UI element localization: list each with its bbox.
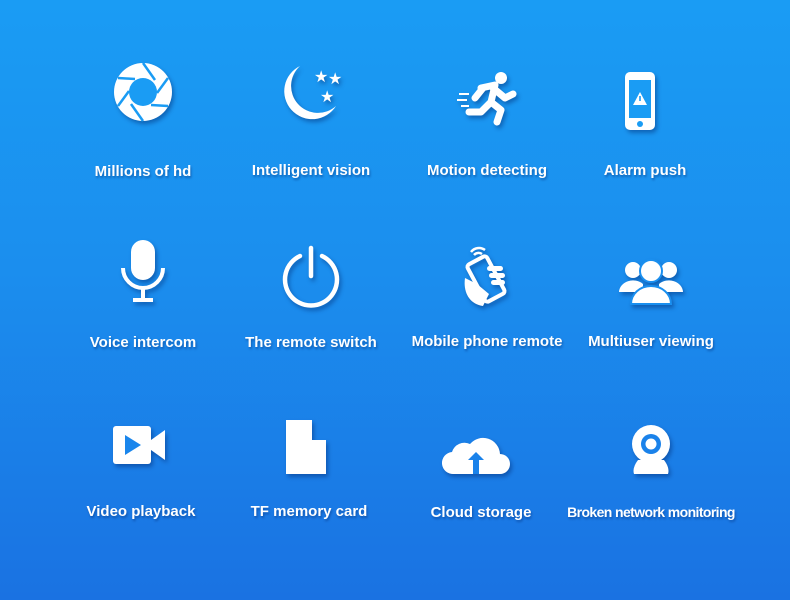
svg-text:★: ★ [314,69,328,86]
feature-voice-intercom: Voice intercom [53,238,233,358]
camera-aperture-icon [114,62,172,122]
moon-stars-icon: ★ ★★ [284,66,342,120]
feature-broken-network-monitoring: Broken network monitoring [561,424,741,534]
feature-label: Intelligent vision [251,162,371,179]
feature-cloud-storage: Cloud storage [386,430,566,530]
feature-label: Video playback [86,503,196,520]
phone-alert-icon [625,72,655,130]
microphone-icon [121,240,165,302]
feature-label: Voice intercom [89,334,197,351]
cloud-upload-icon [442,437,510,475]
feature-alarm-push: Alarm push [550,70,730,190]
feature-intelligent-vision: ★ ★ ★ Intelligent vision [221,60,401,190]
webcam-icon [632,425,670,474]
feature-millions-of-hd: Millions of hd [53,60,233,190]
feature-label: Broken network monitoring [567,504,735,520]
feature-tf-memory-card: TF memory card [216,418,396,528]
svg-text:★: ★ [320,89,334,106]
feature-label: Alarm push [603,162,687,179]
users-group-icon [619,259,683,305]
feature-label: Cloud storage [430,504,532,521]
feature-label: Multiuser viewing [588,333,714,350]
feature-video-playback: Video playback [49,424,229,534]
svg-text:★: ★ [328,71,342,88]
power-icon [282,245,340,308]
hand-phone-wifi-icon [464,246,507,306]
feature-remote-switch: The remote switch [221,244,401,364]
feature-multiuser-viewing: Multiuser viewing [561,258,741,368]
video-camera-icon [113,426,165,464]
feature-mobile-phone-remote: Mobile phone remote [397,244,577,364]
feature-label: TF memory card [250,503,368,520]
running-person-icon [457,72,517,126]
feature-label: The remote switch [245,334,377,351]
sd-card-icon [286,420,326,474]
feature-label: Millions of hd [94,163,192,180]
feature-label: Mobile phone remote [411,333,563,350]
